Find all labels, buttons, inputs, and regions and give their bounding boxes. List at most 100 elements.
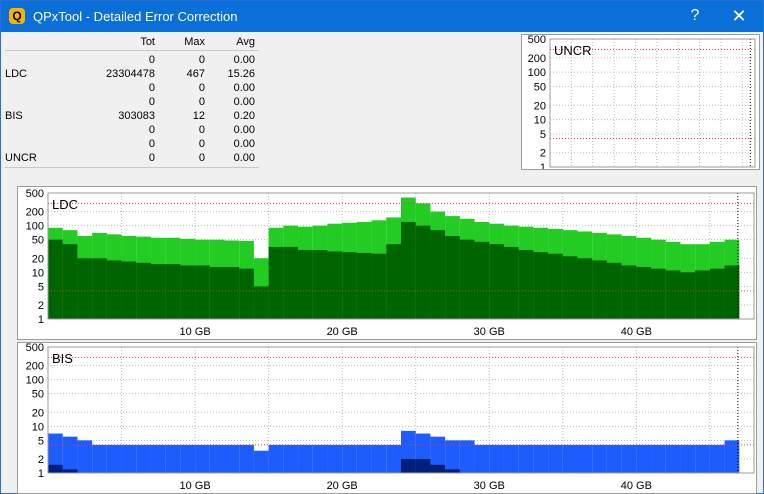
avg-bar: [268, 246, 284, 319]
avg-bar: [283, 246, 299, 319]
avg-bar: [592, 260, 607, 319]
chart-label: BIS: [52, 351, 73, 366]
max-value: 0: [198, 138, 205, 150]
stats-row: 0 0 0.00: [5, 82, 259, 96]
max-bar: [503, 444, 519, 473]
max-value: 0: [198, 124, 205, 136]
avg-bar: [695, 270, 710, 319]
bis-chart-svg: 500 200 100 50 20 10 5 2 1 10 GB 20 GB 30 GB 40 GB BI…: [26, 343, 755, 492]
max-bar: [636, 444, 652, 473]
avg-bar: [209, 266, 225, 319]
y-tick-label: 2: [38, 300, 44, 312]
y-tick-label: 20: [32, 253, 44, 265]
stats-row: BIS 303083 12 0.20: [5, 110, 259, 124]
avg-bar: [709, 268, 725, 319]
avg-bar: [165, 264, 181, 319]
avg-bar: [724, 265, 740, 319]
y-tick-label: 50: [32, 235, 44, 247]
tot-value: 0: [148, 54, 155, 66]
max-bar: [283, 444, 299, 473]
avg-bar: [415, 458, 431, 473]
max-bar: [356, 444, 372, 473]
x-tick-label: 40 GB: [621, 326, 652, 338]
avg-bar: [651, 268, 666, 319]
y-tick-label: 10: [534, 115, 546, 127]
x-tick-label: 30 GB: [474, 480, 505, 492]
y-tick-label: 5: [540, 129, 546, 141]
max-bar: [695, 444, 710, 473]
avg-bar: [62, 244, 78, 319]
y-tick-label: 2: [540, 148, 546, 160]
avg-bar: [401, 458, 416, 473]
avg-value: 0.00: [233, 124, 255, 136]
help-button[interactable]: ?: [675, 1, 715, 32]
max-bar: [606, 444, 622, 473]
avg-bar: [621, 265, 637, 319]
avg-bar: [445, 469, 460, 473]
max-bar: [136, 444, 151, 473]
avg-bar: [503, 246, 519, 319]
avg-bar: [386, 244, 401, 319]
y-tick-label: 200: [26, 207, 44, 219]
y-tick-label: 20: [32, 407, 44, 419]
ldc-chart: 500 200 100 50 20 10 5 2 1 10 GB 20 GB 30 GB 40 GB LD…: [17, 186, 757, 340]
avg-bar: [342, 252, 357, 319]
max-bar: [621, 444, 637, 473]
avg-bar: [474, 241, 490, 319]
col-header-max: Max: [184, 36, 205, 48]
x-tick-label: 10 GB: [179, 326, 210, 338]
y-tick-label: 200: [26, 361, 44, 373]
avg-bar: [371, 253, 387, 319]
row-label: BIS: [5, 110, 23, 122]
max-bar: [489, 444, 504, 473]
avg-bar: [77, 258, 93, 319]
avg-bar: [445, 235, 460, 319]
stats-row: 0 0 0.00: [5, 138, 259, 152]
max-bar: [680, 444, 696, 473]
stats-divider: [5, 167, 259, 168]
avg-bar: [239, 268, 254, 319]
max-bar: [253, 450, 269, 473]
x-tick-label: 20 GB: [327, 326, 358, 338]
stats-row: UNCR 0 0 0.00: [5, 152, 259, 166]
max-bar: [577, 444, 593, 473]
tot-value: 0: [148, 138, 155, 150]
close-button[interactable]: ✕: [719, 1, 759, 32]
max-bar: [651, 444, 666, 473]
avg-bar: [636, 266, 652, 319]
avg-bar: [665, 270, 681, 319]
avg-bar: [298, 250, 313, 319]
avg-bar: [92, 258, 107, 319]
x-tick-label: 30 GB: [474, 326, 505, 338]
uncr-chart: 50020010050201052110 GB20 GB30 GB40 GBUN…: [521, 34, 760, 170]
x-tick-label: 40 GB: [621, 480, 652, 492]
avg-bar: [489, 244, 504, 319]
avg-value: 0.20: [233, 110, 255, 122]
error-stats-table: Tot Max Avg 0 0 0.00 LDC 23304478 467 15…: [5, 34, 259, 169]
max-bar: [209, 444, 225, 473]
window-title: QPxTool - Detailed Error Correction: [33, 9, 238, 24]
avg-bar: [121, 261, 137, 319]
max-value: 12: [192, 110, 205, 122]
max-bar: [224, 444, 240, 473]
stats-row: 0 0 0.00: [5, 54, 259, 68]
y-tick-label: 1: [38, 314, 44, 326]
y-tick-label: 500: [26, 343, 44, 354]
avg-value: 0.00: [233, 96, 255, 108]
avg-value: 15.26: [227, 68, 255, 80]
max-bar: [386, 444, 401, 473]
avg-bar: [415, 225, 431, 319]
col-header-tot: Tot: [140, 36, 155, 48]
avg-bar: [106, 260, 122, 319]
uncr-chart-svg: 50020010050201052110 GB20 GB30 GB40 GBUN…: [528, 35, 756, 169]
y-tick-label: 1: [540, 162, 546, 169]
y-tick-label: 100: [26, 375, 44, 387]
chart-label: LDC: [52, 197, 78, 212]
max-bar: [518, 444, 534, 473]
title-bar[interactable]: Q QPxTool - Detailed Error Correction ? …: [1, 1, 763, 32]
avg-bar: [459, 239, 475, 319]
avg-bar: [518, 250, 534, 319]
y-tick-label: 2: [38, 454, 44, 466]
avg-bar: [150, 264, 166, 319]
max-bar: [342, 444, 357, 473]
